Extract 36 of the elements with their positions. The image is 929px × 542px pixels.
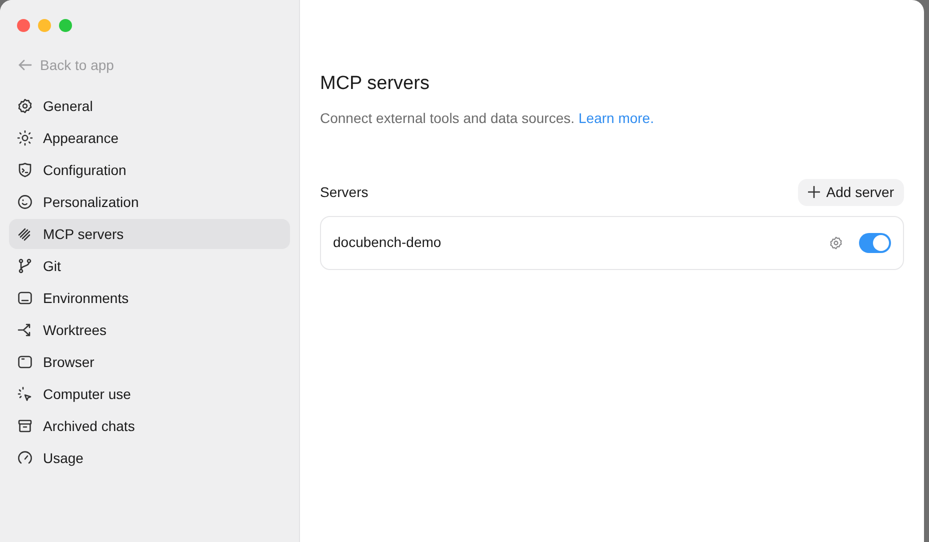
sidebar-item[interactable]: Configuration — [9, 155, 290, 185]
sidebar-item[interactable]: Personalization — [9, 187, 290, 217]
stacked-lines-icon — [17, 226, 33, 242]
sidebar-item[interactable]: Worktrees — [9, 315, 290, 345]
browser-window-icon — [17, 354, 33, 370]
sidebar-item[interactable]: Git — [9, 251, 290, 281]
branch-icon — [17, 258, 33, 274]
sun-icon — [17, 130, 33, 146]
gear-icon — [17, 98, 33, 114]
sidebar-item[interactable]: Computer use — [9, 379, 290, 409]
add-server-button[interactable]: Add server — [798, 178, 904, 206]
smiley-circle-icon — [17, 194, 33, 210]
section-heading: Servers — [320, 182, 368, 202]
sidebar-item[interactable]: Browser — [9, 347, 290, 377]
left-arrow-icon — [18, 59, 32, 71]
split-arrow-icon — [17, 322, 33, 338]
toggle-switch[interactable] — [859, 232, 891, 252]
close-window-button[interactable] — [17, 19, 30, 32]
monitor-icon — [17, 290, 33, 306]
sidebar-item[interactable]: Appearance — [9, 123, 290, 153]
sidebar-item[interactable]: Usage — [9, 443, 290, 473]
page-title: MCP servers — [320, 72, 430, 96]
server-name: docubench-demo — [333, 233, 442, 252]
sidebar-item[interactable]: Environments — [9, 283, 290, 313]
sidebar-item[interactable]: Archived chats — [9, 411, 290, 441]
sidebar-item[interactable]: General — [9, 91, 290, 121]
settings-icon[interactable] — [829, 236, 843, 250]
archive-box-icon — [17, 418, 33, 434]
plus-icon — [808, 186, 820, 198]
gauge-icon — [17, 450, 33, 466]
cursor-click-icon — [17, 386, 33, 402]
sidebar-item[interactable]: MCP servers — [9, 219, 290, 249]
shield-terminal-icon — [17, 162, 33, 178]
zoom-window-button[interactable] — [59, 19, 72, 32]
page-description: Connect external tools and data sources. — [320, 108, 574, 128]
minimize-window-button[interactable] — [38, 19, 51, 32]
